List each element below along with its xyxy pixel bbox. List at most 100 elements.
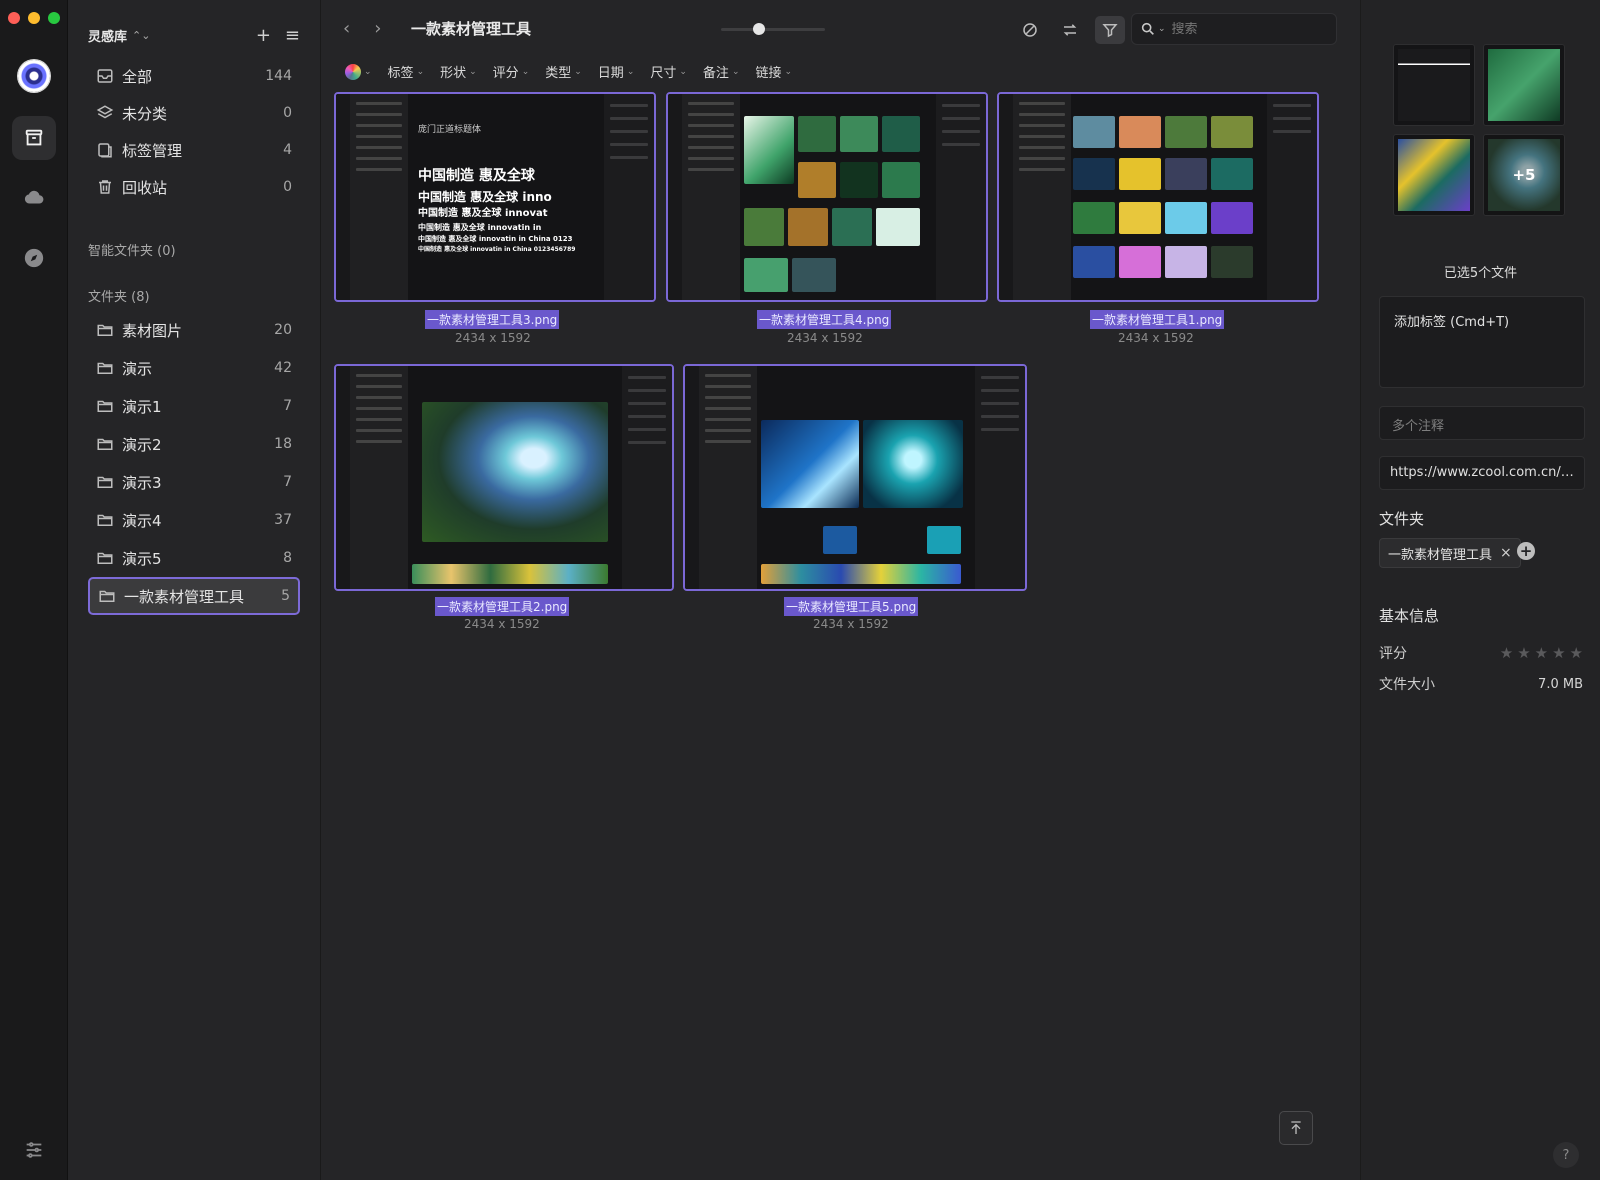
add-icon[interactable]: +	[256, 25, 271, 46]
folder-label: 素材图片	[122, 321, 183, 340]
app-logo-button[interactable]	[12, 54, 56, 98]
scroll-to-top-button[interactable]	[1279, 1111, 1313, 1145]
add-folder-icon[interactable]: +	[1517, 542, 1535, 560]
close-window-button[interactable]	[8, 12, 20, 24]
asset-filename[interactable]: 一款素材管理工具2.png	[435, 597, 570, 616]
layers-icon	[94, 102, 116, 124]
library-header: 灵感库 ⌃⌄ + ≡	[88, 24, 300, 46]
folder-count: 5	[281, 588, 290, 604]
nav-item-uncategorized[interactable]: 未分类 0	[88, 96, 300, 130]
minimize-window-button[interactable]	[28, 12, 40, 24]
asset-dimensions: 2434 x 1592	[464, 617, 540, 631]
url-field[interactable]: https://www.zcool.com.cn/art...	[1379, 456, 1585, 490]
maximize-window-button[interactable]	[48, 12, 60, 24]
asset-thumbnail[interactable]	[997, 92, 1319, 302]
preview-text-line: 中国制造 惠及全球 innovatin in China 0123456789	[418, 245, 576, 253]
star-icon[interactable]: ★	[1570, 644, 1583, 662]
folder-item-active[interactable]: 一款素材管理工具 5	[88, 577, 300, 615]
nav-item-label: 回收站	[122, 178, 168, 197]
filter-shape[interactable]: 形状 ⌄	[440, 62, 477, 81]
filter-tags[interactable]: 标签 ⌄	[388, 62, 425, 81]
filter-date[interactable]: 日期 ⌄	[598, 62, 635, 81]
folder-item[interactable]: 演示 42	[88, 351, 300, 385]
preview-text-line: 中国制造 惠及全球 innovatin in	[418, 222, 542, 232]
preview-tile	[1393, 44, 1475, 126]
folder-label: 演示3	[122, 473, 162, 492]
star-icon[interactable]: ★	[1517, 644, 1530, 662]
add-tag-field[interactable]: 添加标签 (Cmd+T)	[1379, 296, 1585, 388]
folders-heading[interactable]: 文件夹 (8)	[88, 286, 150, 305]
folder-item[interactable]: 演示2 18	[88, 427, 300, 461]
asset-thumbnail[interactable]: 庞门正道标题体 中国制造 惠及全球 中国制造 惠及全球 inno 中国制造 惠及…	[334, 92, 656, 302]
asset-filename[interactable]: 一款素材管理工具5.png	[784, 597, 919, 616]
menu-icon[interactable]: ≡	[285, 25, 300, 46]
close-icon[interactable]: ×	[1500, 545, 1512, 561]
folder-count: 18	[274, 436, 292, 452]
zoom-slider[interactable]	[721, 23, 825, 35]
preferences-rail-button[interactable]	[12, 1130, 56, 1170]
filter-type[interactable]: 类型 ⌄	[545, 62, 582, 81]
no-filter-button[interactable]	[1015, 16, 1045, 44]
star-icon[interactable]: ★	[1552, 644, 1565, 662]
folder-item[interactable]: 素材图片 20	[88, 313, 300, 347]
library-switcher[interactable]: 灵感库	[88, 26, 127, 45]
asset-thumbnail[interactable]	[683, 364, 1027, 591]
help-button[interactable]: ?	[1553, 1142, 1579, 1168]
chevron-down-icon[interactable]: ⌄	[1158, 24, 1166, 34]
cloud-icon	[24, 190, 44, 204]
filter-rating[interactable]: 评分 ⌄	[493, 62, 530, 81]
chevron-updown-icon[interactable]: ⌃⌄	[132, 29, 150, 42]
filter-bar: ⌄ 标签 ⌄ 形状 ⌄ 评分 ⌄ 类型 ⌄ 日期 ⌄ 尺寸 ⌄ 备注 ⌄ 链接 ⌄	[345, 62, 792, 81]
library-rail-button[interactable]	[12, 116, 56, 160]
thumbnail-image	[668, 94, 986, 300]
asset-thumbnail[interactable]	[334, 364, 674, 591]
star-rating[interactable]: ★ ★ ★ ★ ★	[1500, 644, 1583, 662]
smart-folders-heading[interactable]: 智能文件夹 (0)	[88, 240, 176, 259]
folder-item[interactable]: 演示1 7	[88, 389, 300, 423]
note-field[interactable]: 多个注释	[1379, 406, 1585, 440]
back-icon[interactable]: ‹	[343, 18, 350, 39]
funnel-icon	[1102, 24, 1118, 38]
nav-item-label: 全部	[122, 67, 153, 86]
inbox-icon	[94, 65, 116, 87]
star-icon[interactable]: ★	[1535, 644, 1548, 662]
asset-filename[interactable]: 一款素材管理工具4.png	[757, 310, 892, 329]
asset-dimensions: 2434 x 1592	[1118, 331, 1194, 345]
star-icon[interactable]: ★	[1500, 644, 1513, 662]
question-icon: ?	[1562, 1147, 1570, 1163]
folder-item[interactable]: 演示5 8	[88, 541, 300, 575]
color-filter[interactable]: ⌄	[345, 63, 372, 80]
search-box[interactable]: ⌄	[1131, 13, 1337, 45]
filter-size[interactable]: 尺寸 ⌄	[650, 62, 687, 81]
cloud-rail-button[interactable]	[12, 176, 56, 220]
asset-thumbnail[interactable]	[666, 92, 988, 302]
search-icon	[1141, 22, 1154, 35]
preview-tile	[1393, 134, 1475, 216]
folder-item[interactable]: 演示4 37	[88, 503, 300, 537]
forward-icon[interactable]: ›	[374, 18, 381, 39]
zoom-slider-knob[interactable]	[753, 23, 765, 35]
nav-item-count: 144	[265, 68, 292, 84]
inspector-panel: +5 已选5个文件 添加标签 (Cmd+T) 多个注释 https://www.…	[1360, 0, 1600, 1180]
chevron-down-icon: ⌄	[469, 66, 477, 77]
filter-button[interactable]	[1095, 16, 1125, 44]
nav-item-count: 0	[283, 105, 292, 121]
explore-rail-button[interactable]	[12, 236, 56, 280]
file-size-row: 文件大小 7.0 MB	[1379, 674, 1583, 694]
nav-item-tag-management[interactable]: 标签管理 4	[88, 133, 300, 167]
asset-filename[interactable]: 一款素材管理工具3.png	[425, 310, 560, 329]
nav-item-trash[interactable]: 回收站 0	[88, 170, 300, 204]
rating-row: 评分 ★ ★ ★ ★ ★	[1379, 643, 1583, 663]
preview-text-line: 中国制造 惠及全球	[418, 167, 535, 184]
filter-link[interactable]: 链接 ⌄	[755, 62, 792, 81]
asset-filename[interactable]: 一款素材管理工具1.png	[1090, 310, 1225, 329]
folder-chip[interactable]: 一款素材管理工具 ×	[1379, 538, 1521, 568]
toolbar	[1015, 16, 1125, 44]
filter-notes[interactable]: 备注 ⌄	[703, 62, 740, 81]
asset-dimensions: 2434 x 1592	[813, 617, 889, 631]
search-input[interactable]	[1171, 21, 1312, 37]
folder-item[interactable]: 演示3 7	[88, 465, 300, 499]
filter-label: 日期	[597, 66, 624, 81]
nav-item-all[interactable]: 全部 144	[88, 59, 300, 93]
sort-button[interactable]	[1055, 16, 1085, 44]
